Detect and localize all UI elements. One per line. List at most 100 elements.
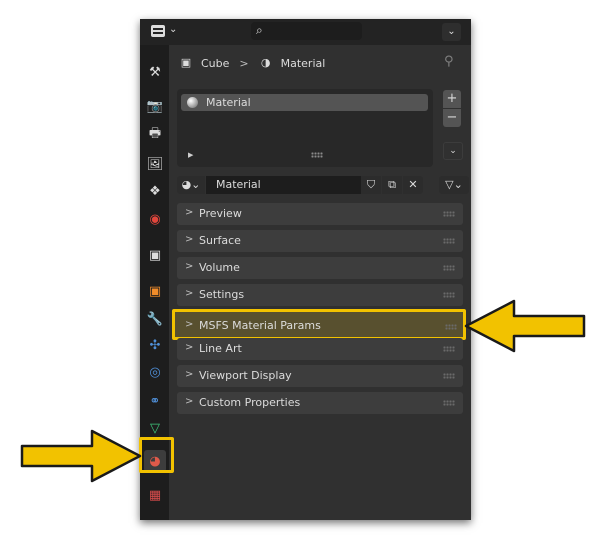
drag-grip-icon[interactable] [443, 211, 455, 217]
panel-title: Surface [199, 234, 241, 247]
link-mode-button[interactable]: ▽⌄ [439, 176, 469, 194]
remove-slot-button[interactable]: − [443, 109, 461, 127]
material-browse-button[interactable]: ◕⌄ [177, 176, 205, 194]
chevron-right-icon: > [185, 396, 194, 407]
duplicate-icon: ⧉ [388, 178, 396, 191]
tab-world[interactable]: ◉ [144, 208, 166, 230]
drag-grip-icon[interactable] [443, 238, 455, 244]
collection-icon: ▣ [148, 247, 162, 263]
expand-list-icon[interactable]: ▶ [188, 151, 193, 159]
drag-grip-icon[interactable] [443, 373, 455, 379]
tab-physics[interactable]: ◎ [144, 361, 166, 383]
tab-render[interactable]: 📷 [144, 95, 166, 117]
panel-header-preview[interactable]: > Preview [177, 203, 463, 225]
chevron-right-icon: > [185, 207, 194, 218]
tab-data[interactable]: ▽ [144, 417, 166, 439]
panel-title: Preview [199, 207, 242, 220]
search-input[interactable]: ⌕ [251, 22, 362, 40]
panel-header-viewport-display[interactable]: > Viewport Display [177, 365, 463, 387]
tab-particles[interactable]: ✣ [144, 334, 166, 356]
panel-header-line-art[interactable]: > Line Art [177, 338, 463, 360]
render-icon: 📷 [146, 98, 164, 114]
panel-header-settings[interactable]: > Settings [177, 284, 463, 306]
output-icon: 🖶 [148, 126, 162, 141]
close-icon: ✕ [408, 178, 418, 191]
material-datablock-row: ◕⌄ Material ⛉ ⧉ ✕ ▽⌄ [177, 175, 471, 195]
add-slot-button[interactable]: + [443, 90, 461, 108]
properties-content: ▣ Cube > ◑ Material ⚲ Material ▶ + − ⌄ ◕… [169, 45, 471, 520]
material-name-field[interactable]: Material [206, 176, 361, 194]
breadcrumb: ▣ Cube > ◑ Material [179, 53, 326, 73]
chevron-right-icon: > [185, 288, 194, 299]
unlink-material-button[interactable]: ✕ [403, 176, 423, 194]
panel-header-volume[interactable]: > Volume [177, 257, 463, 279]
panel-header-msfs-material-params[interactable]: > MSFS Material Params [172, 309, 466, 340]
fake-user-button[interactable]: ⛉ [361, 176, 381, 194]
wrench-icon: 🔧 [146, 311, 164, 327]
object-square-icon: ▣ [180, 56, 192, 69]
view-layer-icon: 🖼 [146, 156, 164, 172]
chevron-right-icon: > [185, 369, 194, 380]
pin-icon[interactable]: ⚲ [444, 54, 454, 69]
slot-specials-button[interactable]: ⌄ [443, 142, 463, 160]
list-resize-grip[interactable] [311, 152, 323, 158]
panel-title: Line Art [199, 342, 242, 355]
physics-icon: ◎ [149, 364, 161, 380]
link-mesh-icon: ▽⌄ [445, 178, 463, 191]
material-slot-label: Material [206, 96, 251, 109]
breadcrumb-separator: > [239, 56, 249, 70]
tab-object[interactable]: ▣ [144, 280, 166, 302]
particles-icon: ✣ [149, 337, 161, 353]
tool-icon: ⚒ [149, 64, 161, 80]
panel-header-surface[interactable]: > Surface [177, 230, 463, 252]
tab-view-layer[interactable]: 🖼 [144, 153, 166, 175]
breadcrumb-material: Material [280, 56, 326, 70]
arrow-right-annotation [464, 299, 586, 353]
material-tab-highlight [139, 437, 174, 473]
drag-grip-icon[interactable] [443, 346, 455, 352]
panel-title: Settings [199, 288, 245, 301]
chevron-right-icon: > [185, 261, 194, 272]
drag-grip-icon[interactable] [443, 400, 455, 406]
scene-icon: ❖ [149, 183, 161, 199]
editor-type-icon [151, 25, 165, 37]
duplicate-material-button[interactable]: ⧉ [382, 176, 402, 194]
search-icon: ⌕ [256, 23, 263, 37]
drag-grip-icon[interactable] [445, 324, 457, 330]
arrow-left-annotation [20, 429, 142, 483]
breadcrumb-object: Cube [201, 56, 230, 70]
chevron-right-icon: > [185, 319, 194, 330]
editor-type-button[interactable]: ⌄ [149, 23, 181, 41]
mesh-data-icon: ▽ [150, 420, 160, 436]
constraints-icon: ⚭ [149, 393, 161, 409]
panel-header-custom-properties[interactable]: > Custom Properties [177, 392, 463, 414]
material-slot-item[interactable]: Material [181, 94, 428, 111]
tab-scene[interactable]: ❖ [144, 180, 166, 202]
properties-editor: ⌄ ⌕ ⌄ ⚒ 📷 🖶 🖼 ❖ ◉ ▣ ▣ 🔧 ✣ ◎ ⚭ ▽ ◕ ▦ ▣ Cube > ◑ Materia… [140, 19, 471, 520]
panel-title: Custom Properties [199, 396, 301, 409]
tab-output[interactable]: 🖶 [144, 124, 166, 146]
tab-collection[interactable]: ▣ [144, 244, 166, 266]
drag-grip-icon[interactable] [443, 292, 455, 298]
chevron-right-icon: > [185, 234, 194, 245]
material-sphere-icon: ◑ [260, 56, 271, 69]
shield-icon: ⛉ [366, 178, 376, 191]
panel-title: Volume [199, 261, 240, 274]
panel-title: MSFS Material Params [199, 319, 321, 332]
panel-title: Viewport Display [199, 369, 292, 382]
material-slot-list[interactable]: Material ▶ [177, 89, 433, 167]
drag-grip-icon[interactable] [443, 265, 455, 271]
chevron-down-icon: ⌄ [169, 24, 178, 35]
material-sphere-icon [187, 97, 198, 108]
chevron-right-icon: > [185, 342, 194, 353]
material-browse-icon: ◕⌄ [181, 178, 201, 191]
world-icon: ◉ [149, 211, 161, 227]
tab-tool[interactable]: ⚒ [144, 61, 166, 83]
tab-modifiers[interactable]: 🔧 [144, 308, 166, 330]
texture-icon: ▦ [148, 487, 162, 503]
object-icon: ▣ [148, 283, 162, 299]
header-bar: ⌄ ⌕ ⌄ [140, 19, 471, 45]
tab-constraints[interactable]: ⚭ [144, 390, 166, 412]
options-dropdown-button[interactable]: ⌄ [442, 23, 461, 41]
tab-texture[interactable]: ▦ [144, 484, 166, 506]
